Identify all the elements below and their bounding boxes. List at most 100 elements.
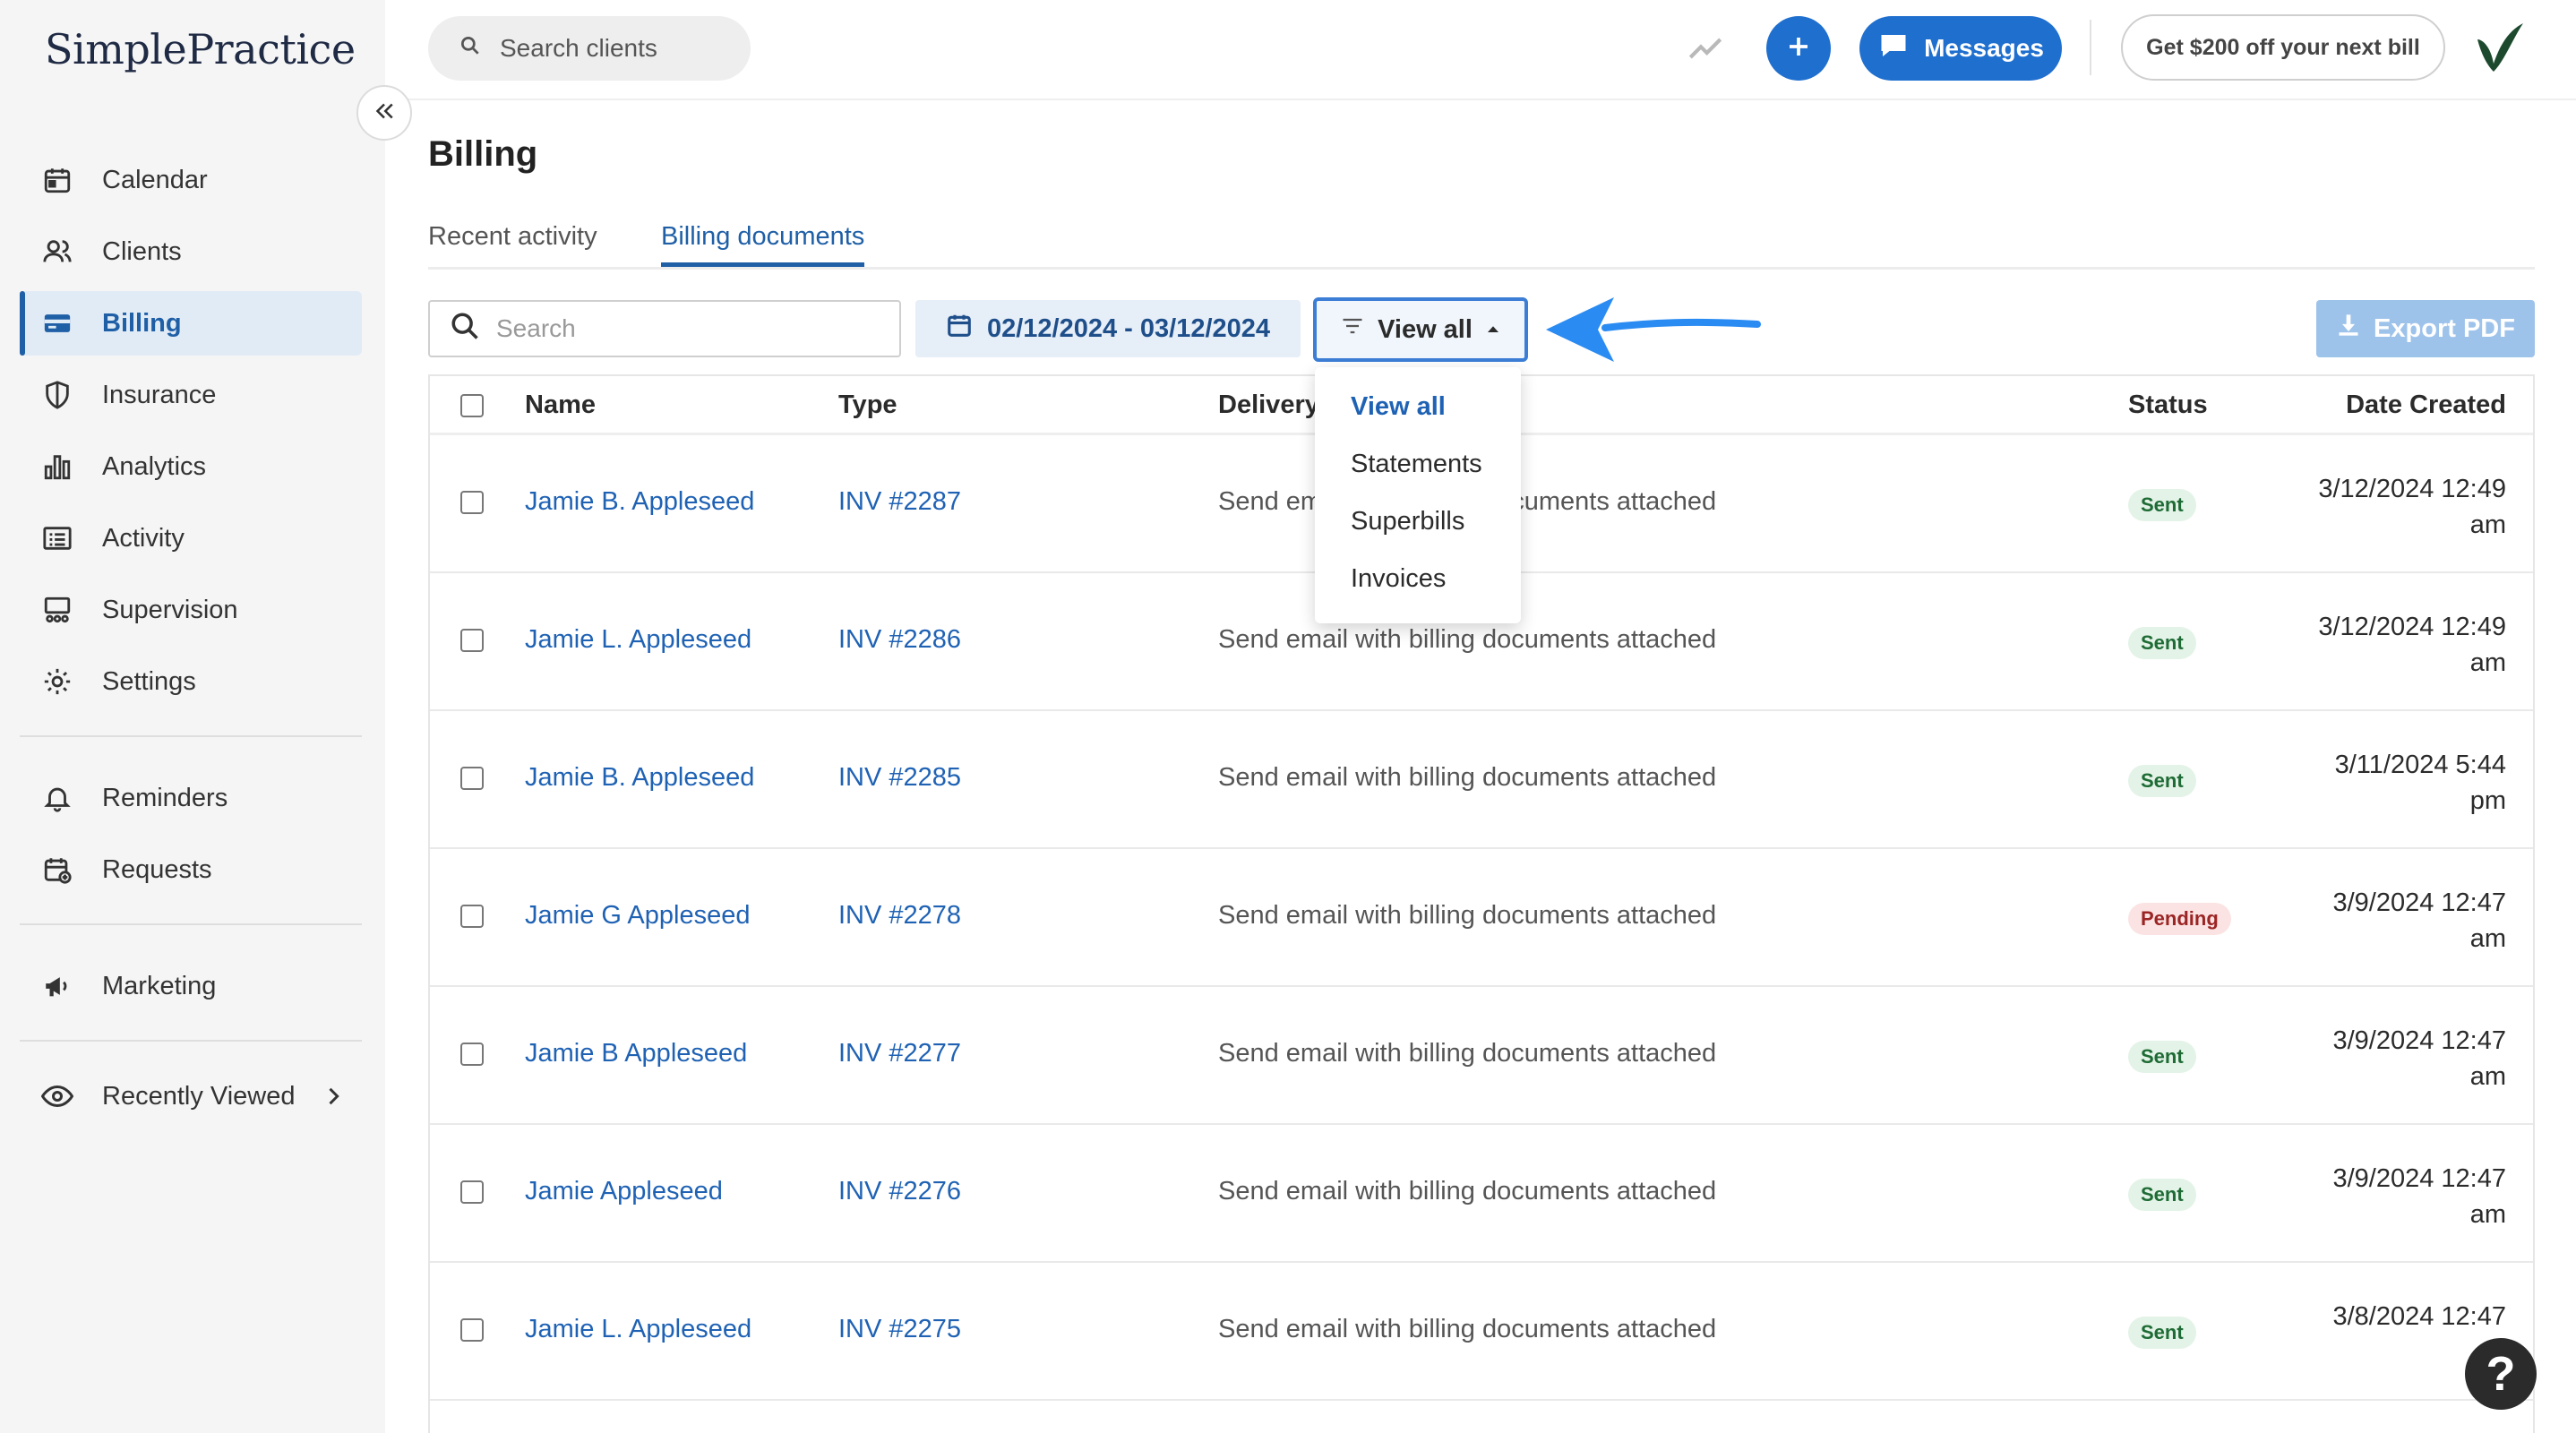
delivery-text: Send email with billing documents attach… — [1218, 763, 1717, 792]
sidebar-item-marketing[interactable]: Marketing — [20, 954, 362, 1018]
date-line: 3/11/2024 5:44 — [2334, 751, 2506, 779]
list-icon — [39, 520, 75, 556]
client-name-link[interactable]: Jamie B. Appleseed — [525, 487, 754, 517]
app-logo[interactable]: SimplePractice — [45, 25, 356, 73]
column-header-name[interactable]: Name — [525, 390, 596, 420]
client-name-link[interactable]: Jamie Appleseed — [525, 1177, 723, 1206]
time-suffix: am — [2469, 924, 2506, 953]
messages-button[interactable]: Messages — [1859, 16, 2062, 81]
search-clients-input[interactable]: Search clients — [428, 16, 751, 81]
status-badge: Sent — [2128, 627, 2196, 659]
column-header-type[interactable]: Type — [838, 390, 897, 420]
billing-icon — [39, 305, 75, 341]
view-filter-menu: View all Statements Superbills Invoices — [1315, 367, 1521, 623]
menu-item-view-all[interactable]: View all — [1351, 392, 1446, 422]
row-checkbox[interactable] — [460, 1318, 484, 1342]
date-range-picker[interactable]: 02/12/2024 - 03/12/2024 — [915, 300, 1301, 357]
client-name-link[interactable]: Jamie L. Appleseed — [525, 625, 751, 655]
menu-item-superbills[interactable]: Superbills — [1351, 507, 1464, 536]
document-search-placeholder: Search — [496, 314, 576, 342]
delivery-text: Send email with billing documents attach… — [1218, 1315, 1717, 1343]
document-type-link[interactable]: INV #2277 — [838, 1039, 961, 1068]
sidebar-item-supervision[interactable]: Supervision — [20, 578, 362, 642]
date-line: 3/12/2024 12:49 — [2318, 613, 2506, 641]
client-name-link[interactable]: Jamie B Appleseed — [525, 1039, 747, 1068]
export-pdf-button[interactable]: Export PDF — [2316, 300, 2535, 357]
chevron-right-icon — [321, 1084, 346, 1116]
column-header-delivery[interactable]: Delivery — [1218, 390, 1319, 420]
client-name-link[interactable]: Jamie B. Appleseed — [525, 763, 754, 793]
calendar-icon — [39, 162, 75, 198]
time-suffix: am — [2469, 1200, 2506, 1229]
row-checkbox[interactable] — [460, 1043, 484, 1066]
megaphone-icon — [39, 968, 75, 1004]
menu-item-statements[interactable]: Statements — [1351, 450, 1482, 479]
sidebar-item-requests[interactable]: Requests — [20, 837, 362, 902]
status-badge: Pending — [2128, 903, 2231, 935]
trend-icon[interactable] — [1686, 30, 1725, 71]
column-header-date-created[interactable]: Date Created — [2346, 390, 2506, 420]
download-icon — [2336, 313, 2361, 345]
document-type-link[interactable]: INV #2275 — [838, 1315, 961, 1344]
table-row: Jamie G Appleseed INV #2278 Send email w… — [430, 849, 2533, 987]
bell-icon — [39, 780, 75, 816]
row-checkbox[interactable] — [460, 491, 484, 514]
date-created: 3/9/2024 12:47 am — [2273, 1161, 2506, 1232]
sidebar-divider — [20, 1040, 362, 1042]
sidebar-item-calendar[interactable]: Calendar — [20, 148, 362, 212]
double-chevron-left-icon — [371, 98, 398, 129]
table-row: Jamie B Appleseed INV #2277 Send email w… — [430, 987, 2533, 1125]
sidebar-item-settings[interactable]: Settings — [20, 649, 362, 714]
status-badge: Sent — [2128, 765, 2196, 797]
delivery-text: Send email with billing documents attach… — [1218, 901, 1717, 930]
sidebar-item-reminders[interactable]: Reminders — [20, 766, 362, 830]
view-filter-dropdown[interactable]: View all — [1313, 297, 1528, 362]
filter-icon — [1340, 313, 1365, 346]
row-checkbox[interactable] — [460, 1180, 484, 1204]
row-checkbox[interactable] — [460, 905, 484, 928]
document-search-input[interactable]: Search — [428, 300, 901, 357]
delivery-text: Send email with billing documents attach… — [1218, 1177, 1717, 1206]
select-all-checkbox[interactable] — [460, 394, 484, 417]
client-name-link[interactable]: Jamie L. Appleseed — [525, 1315, 751, 1344]
tab-recent-activity[interactable]: Recent activity — [428, 222, 597, 267]
search-icon — [459, 34, 482, 64]
row-checkbox[interactable] — [460, 767, 484, 790]
document-type-link[interactable]: INV #2287 — [838, 487, 961, 517]
calendar-icon — [946, 312, 973, 346]
sidebar-item-clients[interactable]: Clients — [20, 219, 362, 284]
sidebar-item-insurance[interactable]: Insurance — [20, 363, 362, 427]
tab-billing-documents[interactable]: Billing documents — [661, 222, 865, 267]
document-type-link[interactable]: INV #2276 — [838, 1177, 961, 1206]
date-range-label: 02/12/2024 - 03/12/2024 — [986, 313, 1271, 343]
status-badge: Sent — [2128, 489, 2196, 521]
brand-leaf-icon[interactable] — [2472, 20, 2526, 80]
collapse-sidebar-button[interactable] — [356, 85, 412, 141]
sidebar-item-label: Billing — [102, 308, 182, 338]
promo-button[interactable]: Get $200 off your next bill — [2121, 14, 2445, 81]
sidebar-item-analytics[interactable]: Analytics — [20, 434, 362, 499]
document-type-link[interactable]: INV #2278 — [838, 901, 961, 931]
add-button[interactable] — [1766, 16, 1831, 81]
sidebar-item-label: Marketing — [102, 971, 217, 1000]
sidebar-item-label: Calendar — [102, 165, 208, 194]
date-created: 3/12/2024 12:49 am — [2273, 471, 2506, 543]
row-checkbox[interactable] — [460, 629, 484, 652]
client-name-link[interactable]: Jamie G Appleseed — [525, 901, 750, 931]
sidebar-item-label: Requests — [102, 854, 212, 884]
document-type-link[interactable]: INV #2285 — [838, 763, 961, 793]
document-type-link[interactable]: INV #2286 — [838, 625, 961, 655]
sidebar-item-recently-viewed[interactable]: Recently Viewed — [20, 1064, 362, 1128]
sidebar-item-billing[interactable]: Billing — [20, 291, 362, 356]
sidebar-item-activity[interactable]: Activity — [20, 506, 362, 571]
sidebar-item-label: Insurance — [102, 380, 217, 409]
date-created: 3/11/2024 5:44 pm — [2273, 747, 2506, 819]
date-line: 3/9/2024 12:47 — [2332, 888, 2506, 917]
menu-item-invoices[interactable]: Invoices — [1351, 564, 1446, 594]
search-icon — [450, 311, 480, 348]
header-divider — [2090, 20, 2091, 75]
column-header-status[interactable]: Status — [2128, 390, 2208, 420]
date-line: 3/9/2024 12:47 — [2332, 1026, 2506, 1055]
help-button[interactable]: ? — [2465, 1338, 2537, 1410]
page-title: Billing — [428, 134, 538, 174]
